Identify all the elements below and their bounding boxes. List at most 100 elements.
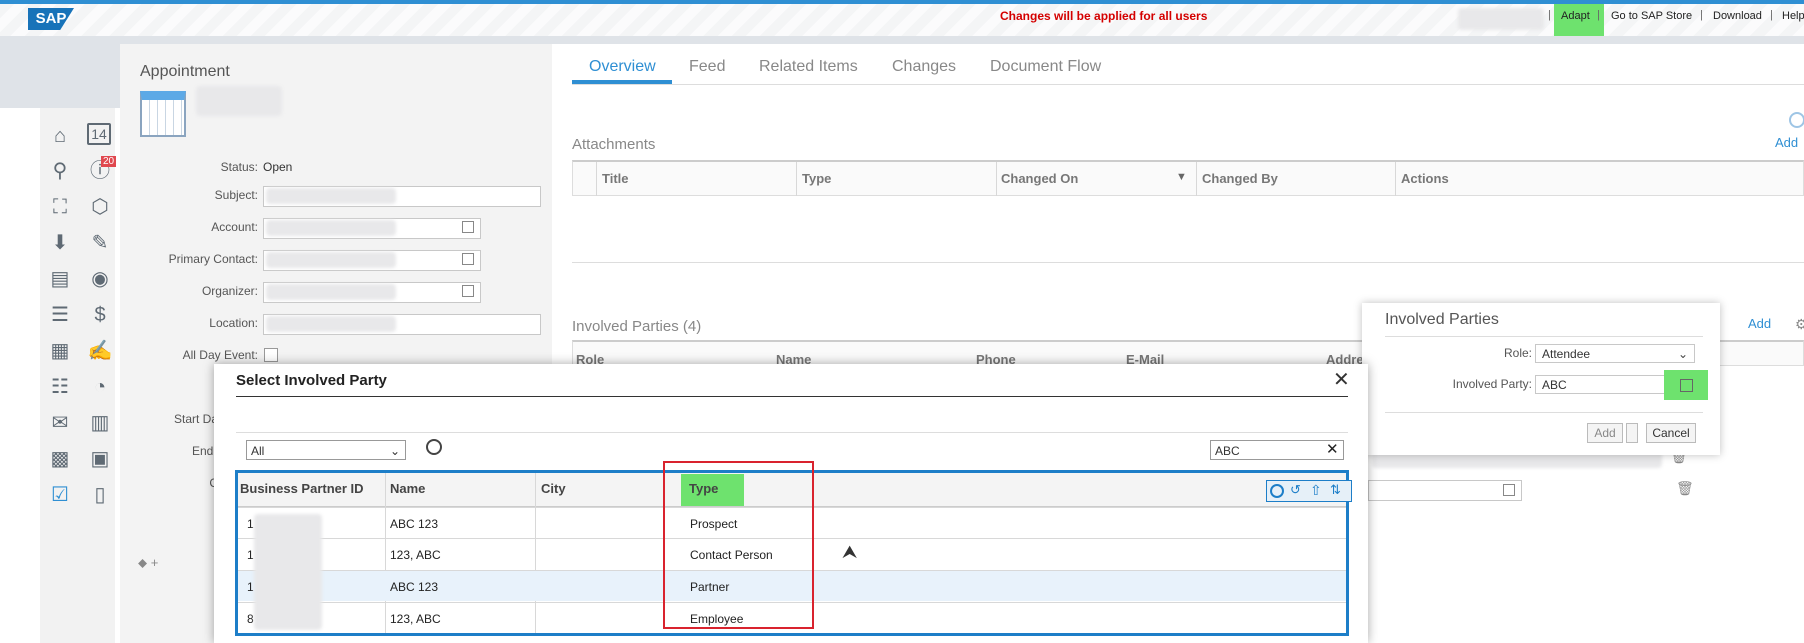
- col-business-partner-id[interactable]: Business Partner ID: [240, 481, 364, 496]
- col-actions[interactable]: Actions: [1401, 171, 1449, 186]
- value-help-icon[interactable]: [462, 221, 474, 233]
- notification-badge: 20: [101, 156, 117, 167]
- subject-label: Subject:: [214, 188, 258, 202]
- all-day-event-checkbox[interactable]: [264, 348, 278, 362]
- tab-changes[interactable]: Changes: [892, 58, 956, 76]
- box-icon[interactable]: ⬡: [87, 194, 113, 220]
- home-icon[interactable]: ⌂: [47, 123, 73, 149]
- primary-contact-blurred-value: [266, 252, 396, 268]
- tab-related-items[interactable]: Related Items: [759, 58, 858, 76]
- column-divider: [1196, 162, 1197, 196]
- account-label: Account:: [211, 220, 258, 234]
- popover-divider: [1385, 336, 1703, 337]
- row-name: ABC 123: [390, 580, 439, 594]
- gear-icon[interactable]: ⚙: [1795, 316, 1804, 333]
- involved-parties-add-link[interactable]: Add: [1748, 316, 1771, 331]
- search-icon[interactable]: ⚲: [47, 158, 73, 184]
- row-name: ABC 123: [390, 517, 439, 531]
- advanced-search-icon[interactable]: [426, 439, 442, 455]
- role-value: Attendee: [1542, 347, 1591, 361]
- col-changed-on[interactable]: Changed On: [1001, 171, 1078, 186]
- row-partner-id: 1: [247, 517, 254, 531]
- row-name: 123, ABC: [390, 548, 441, 562]
- tags-add[interactable]: ⬥ +: [138, 555, 158, 571]
- tab-divider: [572, 84, 1804, 85]
- value-help-icon[interactable]: [462, 253, 474, 265]
- tab-document-flow[interactable]: Document Flow: [990, 58, 1101, 76]
- value-help-icon[interactable]: [1680, 379, 1693, 392]
- move-up-icon[interactable]: ⇧: [1310, 482, 1322, 499]
- col-city[interactable]: City: [541, 481, 566, 496]
- add-circle-icon[interactable]: [1789, 112, 1804, 128]
- filter-icon[interactable]: ▼: [1176, 171, 1187, 183]
- chevron-down-icon: ⌄: [389, 444, 400, 458]
- attachments-table-header: [572, 160, 1804, 196]
- col-title[interactable]: Title: [602, 171, 629, 186]
- search-input[interactable]: ABC: [1210, 440, 1344, 460]
- money-icon[interactable]: $: [87, 302, 113, 328]
- col-changed-by[interactable]: Changed By: [1202, 171, 1278, 186]
- delete-icon[interactable]: 🗑: [1676, 480, 1694, 497]
- party-row-input[interactable]: [1368, 480, 1522, 501]
- col-type[interactable]: Type: [802, 171, 831, 186]
- tab-overview[interactable]: Overview: [589, 58, 656, 76]
- adapt-link[interactable]: Adapt: [1561, 10, 1590, 22]
- download-link[interactable]: Download: [1713, 10, 1762, 22]
- involved-party-input[interactable]: ABC: [1535, 375, 1673, 394]
- download-icon[interactable]: ⬇: [47, 230, 73, 256]
- hierarchy-icon[interactable]: ⛶: [47, 194, 73, 220]
- popover-cancel-button[interactable]: Cancel: [1646, 423, 1696, 443]
- add-column-icon[interactable]: [1270, 484, 1284, 498]
- attachments-add-link[interactable]: Add: [1775, 135, 1798, 150]
- separator: |: [1548, 9, 1551, 21]
- value-help-icon[interactable]: [462, 285, 474, 297]
- popover-add-button[interactable]: Add: [1587, 423, 1623, 443]
- list-icon[interactable]: ☷: [47, 374, 73, 400]
- popover-footer-divider: [1385, 412, 1703, 413]
- sales-icon[interactable]: ✍: [87, 338, 113, 364]
- people-icon[interactable]: ☰: [47, 302, 73, 328]
- close-icon[interactable]: ✕: [1333, 367, 1350, 392]
- col-dialog-name[interactable]: Name: [390, 481, 425, 496]
- account-blurred-value: [266, 220, 396, 236]
- partner-id-blurred: [254, 514, 322, 630]
- dialog-title: Select Involved Party: [236, 372, 387, 389]
- dialog-toolbar-divider: [236, 432, 1348, 433]
- value-help-icon[interactable]: [1503, 484, 1515, 496]
- checklist-icon[interactable]: ☑: [47, 482, 73, 508]
- tab-feed[interactable]: Feed: [689, 58, 725, 76]
- add-dropdown-button[interactable]: [1626, 423, 1638, 443]
- subject-blurred-value: [266, 188, 396, 204]
- tools-icon[interactable]: ✎: [87, 230, 113, 256]
- calendar-icon[interactable]: 14: [87, 123, 111, 145]
- organizer-blurred-value: [266, 284, 396, 300]
- person-icon[interactable]: ◉: [87, 266, 113, 292]
- involved-party-label: Involved Party:: [1452, 377, 1532, 391]
- grid-icon[interactable]: ▩: [47, 446, 73, 472]
- primary-contact-label: Primary Contact:: [168, 252, 258, 266]
- start-date-label: Start Da: [173, 412, 218, 426]
- location-label: Location:: [209, 316, 258, 330]
- role-label: Role:: [1503, 346, 1532, 360]
- scope-value: All: [251, 444, 265, 458]
- column-divider: [996, 162, 997, 196]
- undo-icon[interactable]: ↺: [1290, 482, 1301, 498]
- search-scope-select[interactable]: All ⌄: [246, 440, 406, 460]
- chart-icon[interactable]: ◔: [87, 374, 113, 400]
- role-select[interactable]: Attendee ⌄: [1535, 344, 1695, 363]
- header-divider: [0, 36, 1804, 44]
- message-icon[interactable]: ✉: [47, 410, 73, 436]
- sort-icon[interactable]: ⇅: [1330, 482, 1341, 498]
- separator: |: [1700, 9, 1703, 21]
- org-icon[interactable]: ▦: [47, 338, 73, 364]
- end-date-label: End Da: [191, 444, 232, 458]
- column-divider: [1395, 162, 1396, 196]
- chevron-down-icon: ⌄: [1677, 347, 1688, 361]
- help-link[interactable]: Help: [1782, 10, 1804, 22]
- row-name: 123, ABC: [390, 612, 441, 626]
- sap-store-link[interactable]: Go to SAP Store: [1611, 10, 1692, 22]
- location-blurred-value: [266, 316, 396, 332]
- notebook-icon[interactable]: ▤: [47, 266, 73, 292]
- clear-search-icon[interactable]: ✕: [1326, 440, 1339, 458]
- involved-parties-title: Involved Parties (4): [572, 318, 702, 335]
